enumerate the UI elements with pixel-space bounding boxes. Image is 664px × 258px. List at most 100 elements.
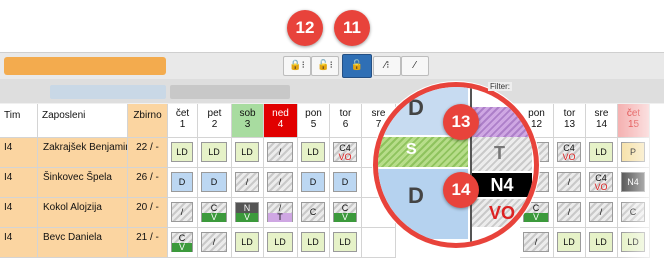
- shift-badge: /: [267, 142, 293, 162]
- shift-cell[interactable]: /: [198, 228, 232, 258]
- magic-wand-button[interactable]: ⁄⁝: [373, 56, 401, 76]
- shift-cell[interactable]: LD: [298, 138, 330, 168]
- shift-cell[interactable]: / T: [264, 198, 298, 228]
- shift-badge: D: [201, 172, 227, 192]
- shift-badge: LD: [333, 232, 357, 252]
- shift-code: /: [278, 147, 282, 157]
- day-name: sob: [239, 108, 256, 119]
- shift-subcode: VO: [338, 152, 352, 162]
- day-name: pet: [207, 108, 222, 119]
- shift-cell[interactable]: D: [330, 168, 362, 198]
- day-number: 3: [244, 119, 251, 130]
- shift-cell[interactable]: LD: [232, 138, 264, 168]
- shift-cell[interactable]: LD: [586, 228, 618, 258]
- shift-code: LD: [307, 237, 319, 247]
- shift-cell[interactable]: D: [298, 168, 330, 198]
- shift-cell[interactable]: LD: [298, 228, 330, 258]
- day-number: 5: [310, 119, 317, 130]
- day-header: tor 13: [554, 104, 586, 138]
- callout-12: 12: [287, 10, 323, 46]
- shift-badge: /: [557, 172, 581, 192]
- summary-cell: 26 / -: [128, 168, 168, 198]
- unlock-selected-button[interactable]: 🔓⁝: [311, 56, 339, 76]
- shift-badge: /: [523, 232, 549, 252]
- team-cell: I4: [0, 138, 38, 168]
- shift-code: LD: [208, 147, 220, 157]
- day-header: pet 2: [198, 104, 232, 138]
- shift-code: /: [180, 207, 184, 217]
- callout-11: 11: [334, 10, 370, 46]
- shift-cell[interactable]: D: [198, 168, 232, 198]
- lock-icon: 🔒⁝: [289, 60, 305, 71]
- shift-badge: /: [557, 202, 581, 222]
- shift-badge: LD: [589, 142, 613, 162]
- employee-name[interactable]: Šinkovec Špela: [38, 168, 128, 198]
- shift-cell[interactable]: /: [232, 168, 264, 198]
- view-selector[interactable]: [50, 85, 166, 99]
- shift-cell[interactable]: LD: [330, 228, 362, 258]
- shift-cell[interactable]: LD: [264, 228, 298, 258]
- shift-cell[interactable]: LD: [198, 138, 232, 168]
- wand-button[interactable]: ⁄: [401, 56, 429, 76]
- shift-cell[interactable]: LD: [232, 228, 264, 258]
- zoom-big-d: D: [408, 183, 424, 208]
- callout-13: 13: [443, 104, 479, 140]
- shift-code: /: [567, 207, 571, 217]
- shift-code: /: [567, 177, 571, 187]
- day-header: ned 4: [264, 104, 298, 138]
- shift-cell[interactable]: CV: [330, 198, 362, 228]
- shift-badge: D: [171, 172, 193, 192]
- shift-cell[interactable]: LD: [554, 228, 586, 258]
- schedule-grid: Tim Zaposleni Zbirno čet 1 pet 2 sob 3 ned 4 pon…: [0, 104, 664, 258]
- shift-badge: LD: [301, 142, 325, 162]
- day-name: pon: [305, 108, 322, 119]
- shift-cell[interactable]: D: [168, 168, 198, 198]
- employee-name[interactable]: Zakrajšek Benjamin: [38, 138, 128, 168]
- shift-cell[interactable]: CV: [168, 228, 198, 258]
- callout-14: 14: [443, 172, 479, 208]
- shift-badge: LD: [267, 232, 293, 252]
- team-cell: I4: [0, 228, 38, 258]
- lock-button[interactable]: 🔒⁝: [283, 56, 311, 76]
- orange-action-button[interactable]: [4, 57, 166, 75]
- shift-cell[interactable]: C4 VO: [586, 168, 618, 198]
- shift-badge: D: [301, 172, 325, 192]
- shift-cell[interactable]: CV: [198, 198, 232, 228]
- shift-cell[interactable]: LD: [586, 138, 618, 168]
- shift-subcode: T: [268, 213, 292, 222]
- shift-cell[interactable]: /: [264, 138, 298, 168]
- wand-icon: ⁄: [414, 60, 416, 71]
- shift-code: LD: [307, 147, 319, 157]
- day-name: čet: [175, 108, 190, 119]
- filter-label: Filter:: [488, 82, 512, 91]
- day-name: sre: [594, 108, 609, 119]
- unlock-all-button[interactable]: 🔓: [342, 54, 372, 78]
- employee-name[interactable]: Kokol Alojzija: [38, 198, 128, 228]
- shift-cell[interactable]: /: [264, 168, 298, 198]
- shift-cell[interactable]: C: [298, 198, 330, 228]
- shift-cell[interactable]: /: [554, 168, 586, 198]
- shift-badge: LD: [589, 232, 613, 252]
- shift-subcode: V: [202, 213, 226, 222]
- shift-cell[interactable]: LD: [168, 138, 198, 168]
- shift-badge: NV: [235, 202, 259, 222]
- day-header: sre 14: [586, 104, 618, 138]
- summary-cell: 21 / -: [128, 228, 168, 258]
- shift-cell[interactable]: /: [520, 228, 554, 258]
- shift-code: LD: [241, 237, 253, 247]
- zoom-vo-cell: VO: [472, 199, 532, 227]
- shift-badge: CV: [171, 232, 193, 252]
- shift-subcode: V: [334, 213, 356, 222]
- shift-cell[interactable]: C4 VO: [554, 138, 586, 168]
- shift-cell[interactable]: /: [554, 198, 586, 228]
- shift-cell[interactable]: C4 VO: [330, 138, 362, 168]
- shift-cell[interactable]: /: [168, 198, 198, 228]
- employee-name[interactable]: Bevc Daniela: [38, 228, 128, 258]
- shift-code: /: [212, 237, 216, 247]
- shift-cell[interactable]: /: [586, 198, 618, 228]
- shift-subcode: V: [172, 243, 192, 252]
- shift-cell[interactable]: NV: [232, 198, 264, 228]
- col-header-tim: Tim: [0, 104, 38, 138]
- period-selector[interactable]: [170, 85, 290, 99]
- shift-code: D: [341, 177, 349, 187]
